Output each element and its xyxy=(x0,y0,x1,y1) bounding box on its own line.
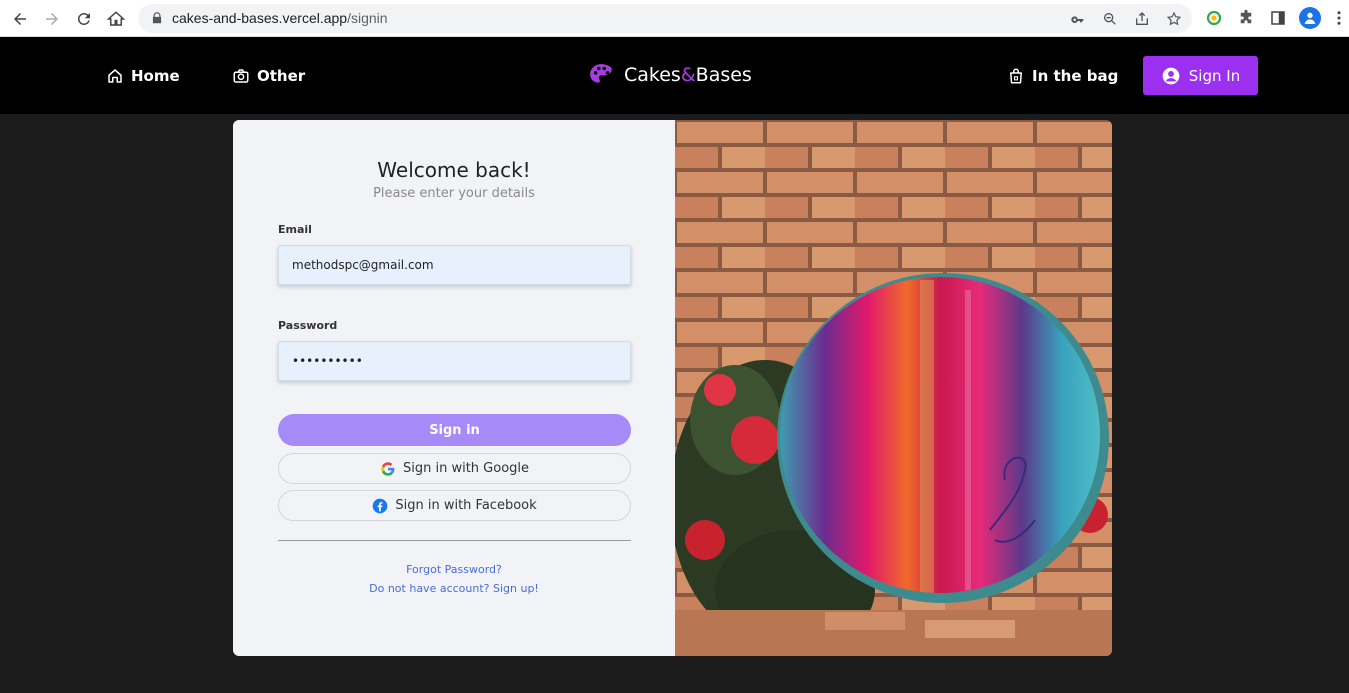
hero-photo xyxy=(675,120,1112,656)
zoom-icon[interactable] xyxy=(1102,11,1118,27)
lock-icon[interactable] xyxy=(150,11,164,25)
signup-link[interactable]: Do not have account? Sign up! xyxy=(233,582,675,595)
facebook-icon xyxy=(373,498,388,513)
house-icon xyxy=(108,68,122,83)
google-icon xyxy=(381,461,395,476)
nav-home-label: Home xyxy=(131,66,180,85)
extension-icon[interactable] xyxy=(1203,7,1225,29)
facebook-signin-button[interactable]: Sign in with Facebook xyxy=(278,490,631,521)
password-field[interactable]: •••••••••• xyxy=(278,341,631,381)
signin-card: Welcome back! Please enter your details … xyxy=(233,120,1112,656)
home-icon[interactable] xyxy=(104,7,128,31)
brand-first: Cakes xyxy=(624,64,681,86)
nav-other-label: Other xyxy=(257,66,306,85)
brand-second: Bases xyxy=(695,64,752,86)
nav-other[interactable]: Other xyxy=(232,37,305,114)
camera-icon xyxy=(233,68,249,83)
nav-signin-label: Sign In xyxy=(1188,66,1241,85)
google-button-label: Sign in with Google xyxy=(402,461,530,476)
profile-avatar-icon[interactable] xyxy=(1299,7,1321,29)
divider xyxy=(278,540,631,541)
side-panel-icon[interactable] xyxy=(1267,7,1289,29)
password-value: •••••••••• xyxy=(292,354,363,368)
brand-ampersand: & xyxy=(680,64,696,86)
share-icon[interactable] xyxy=(1134,11,1150,27)
site-header: Home Other Cakes&Bases In the bag Sign I… xyxy=(0,37,1349,114)
browser-toolbar: cakes-and-bases.vercel.app/signin xyxy=(0,0,1349,37)
nav-bag[interactable]: In the bag xyxy=(1007,37,1118,114)
signin-form: Welcome back! Please enter your details … xyxy=(233,120,675,656)
email-field[interactable]: methodspc@gmail.com xyxy=(278,245,631,285)
facebook-button-label: Sign in with Facebook xyxy=(395,498,537,513)
key-icon[interactable] xyxy=(1070,11,1086,27)
painted-drum-photo xyxy=(675,120,1112,656)
back-icon[interactable] xyxy=(8,7,32,31)
google-signin-button[interactable]: Sign in with Google xyxy=(278,453,631,484)
reload-icon[interactable] xyxy=(72,7,96,31)
bookmark-star-icon[interactable] xyxy=(1166,11,1182,27)
nav-bag-label: In the bag xyxy=(1032,66,1119,85)
password-label: Password xyxy=(278,319,338,332)
nav-signin-button[interactable]: Sign In xyxy=(1143,56,1258,95)
brand-name: Cakes&Bases xyxy=(624,64,752,86)
user-circle-icon xyxy=(1162,67,1180,84)
shopping-bag-icon xyxy=(1010,68,1022,83)
form-subtitle: Please enter your details xyxy=(373,186,535,201)
signin-button[interactable]: Sign in xyxy=(278,414,631,446)
extensions-puzzle-icon[interactable] xyxy=(1235,7,1257,29)
signin-button-label: Sign in xyxy=(429,422,480,438)
form-title: Welcome back! xyxy=(377,158,531,182)
address-bar[interactable]: cakes-and-bases.vercel.app/signin xyxy=(138,4,1192,33)
email-label: Email xyxy=(278,223,312,236)
forward-icon[interactable] xyxy=(40,7,64,31)
url-path: /signin xyxy=(347,10,388,26)
email-value: methodspc@gmail.com xyxy=(292,258,434,272)
menu-kebab-icon[interactable] xyxy=(1331,7,1347,29)
brand-logo[interactable]: Cakes&Bases xyxy=(588,62,752,88)
nav-home[interactable]: Home xyxy=(106,37,180,114)
forgot-password-link[interactable]: Forgot Password? xyxy=(233,563,675,576)
palette-icon xyxy=(590,64,612,83)
url-domain: cakes-and-bases.vercel.app xyxy=(172,10,348,26)
url-text[interactable]: cakes-and-bases.vercel.app/signin xyxy=(172,10,388,26)
